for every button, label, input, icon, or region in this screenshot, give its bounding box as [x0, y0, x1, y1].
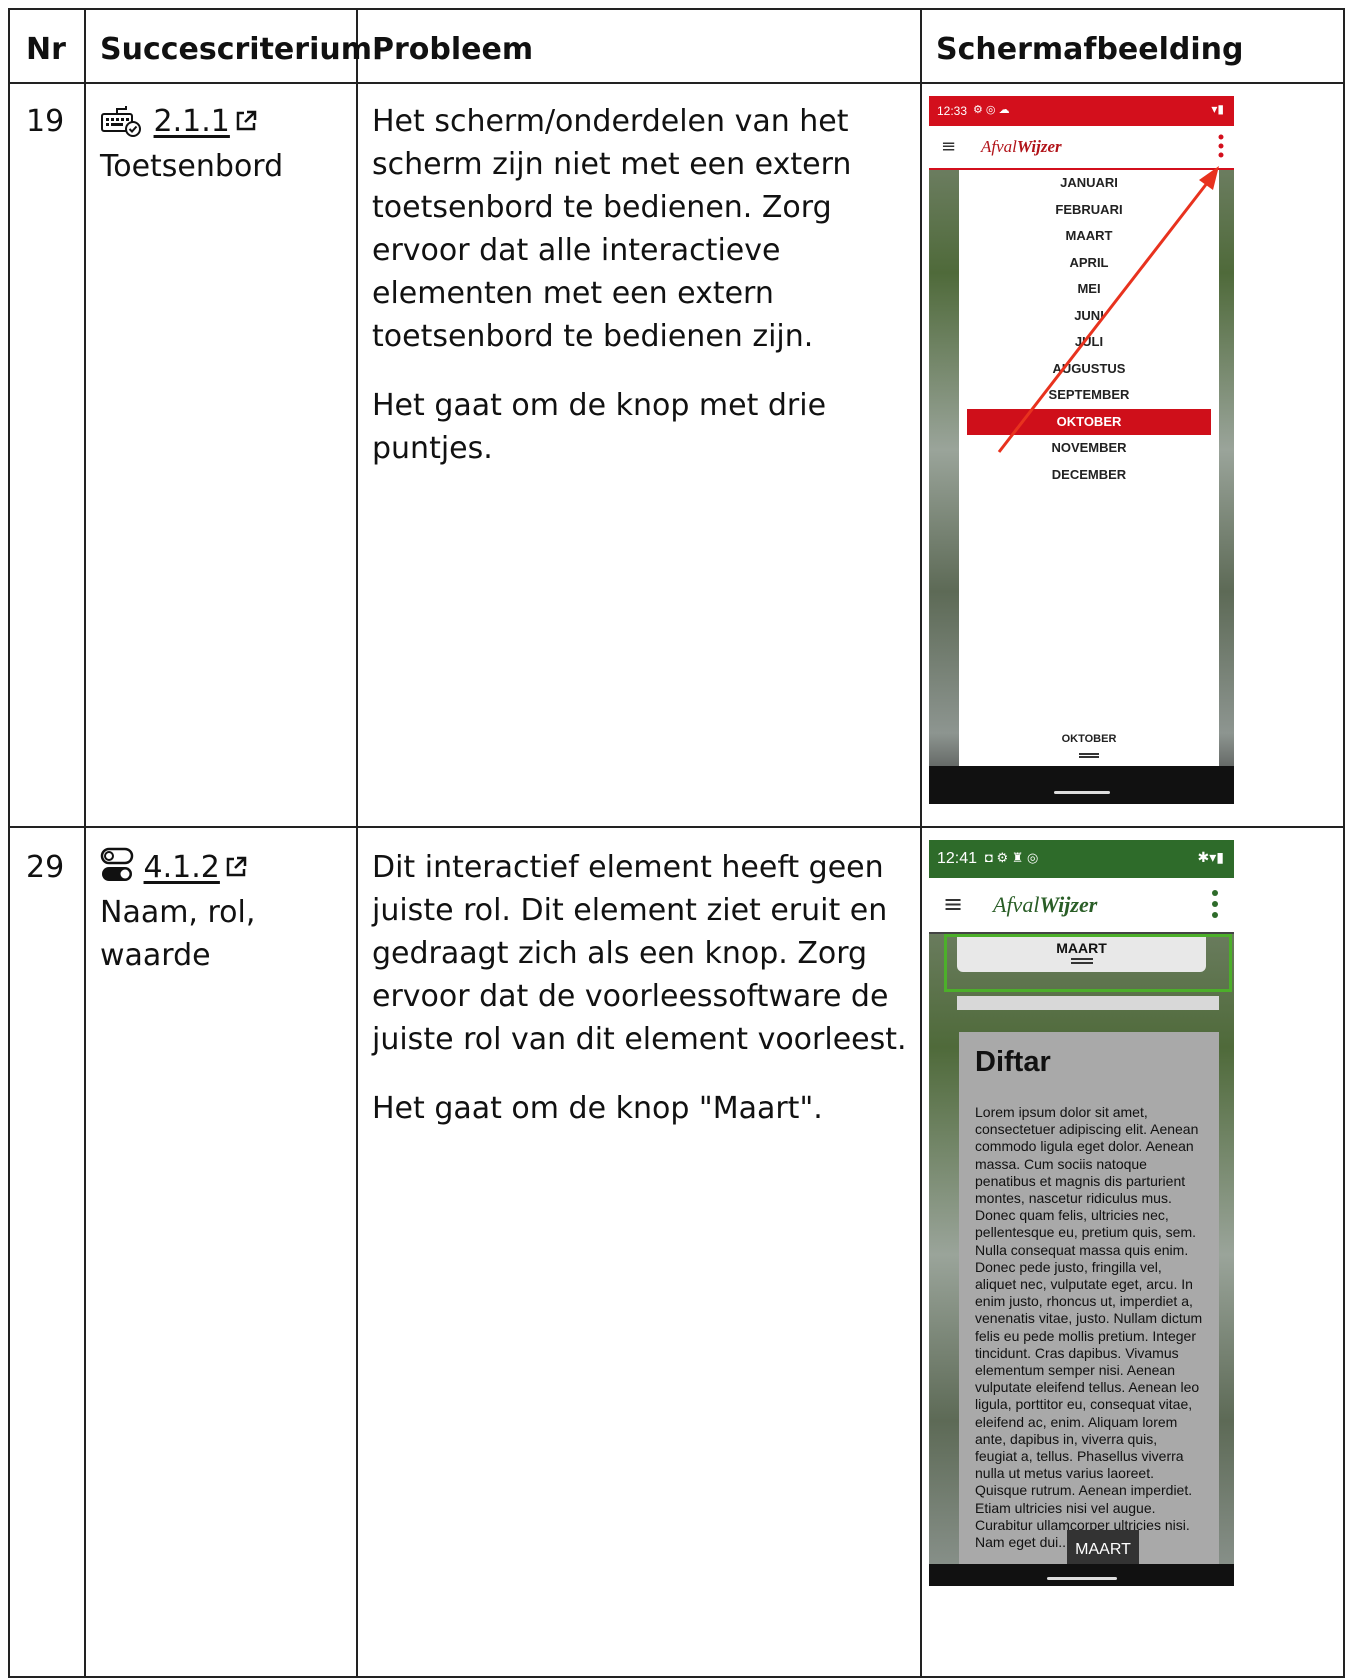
header-criterion: Succescriterium: [100, 32, 372, 67]
criterion-link-4-1-2[interactable]: 4.1.2: [144, 850, 220, 885]
status-bar: 12:41 ◘ ⚙ ♜ ◎ ✱▾▮: [929, 840, 1234, 878]
keyboard-icon: [100, 104, 154, 139]
screenshot-afvalwijzer-diftar: 12:41 ◘ ⚙ ♜ ◎ ✱▾▮ ≡ AfvalWijzer MAART Di…: [929, 840, 1234, 1670]
header-divider: [10, 82, 1343, 84]
criterion-name: Naam, rol, waarde: [100, 895, 256, 973]
row-nr: 19: [26, 104, 65, 139]
problem-cell: Dit interactief element heeft geen juist…: [372, 846, 907, 1130]
navigation-bar: [929, 766, 1234, 804]
criterion-cell: 2.1.1 Toetsenbord: [100, 100, 350, 188]
column-divider: [356, 10, 358, 1676]
criterion-cell: 4.1.2 Naam, rol, waarde: [100, 846, 350, 977]
card-body: Lorem ipsum dolor sit amet, consectetuer…: [975, 1104, 1203, 1551]
home-handle[interactable]: [1053, 791, 1110, 794]
problem-detail: Het gaat om de knop met drie puntjes.: [372, 388, 827, 466]
column-divider: [920, 10, 922, 1676]
problem-detail: Het gaat om de knop "Maart".: [372, 1091, 823, 1126]
problem-description: Het scherm/onderdelen van het scherm zij…: [372, 104, 852, 354]
criterion-name: Toetsenbord: [100, 149, 284, 184]
external-link-icon: [234, 102, 258, 145]
row-nr: 29: [26, 850, 65, 885]
hamburger-menu-icon[interactable]: ≡: [943, 890, 963, 918]
focus-highlight: [944, 934, 1232, 992]
issues-table: Nr Succescriterium Probleem Schermafbeel…: [8, 8, 1345, 1678]
toggle-icon: [100, 847, 144, 885]
row-divider: [10, 826, 1343, 828]
card-separator: [957, 996, 1219, 1010]
battery-icon: ✱▾▮: [1197, 849, 1224, 865]
problem-cell: Het scherm/onderdelen van het scherm zij…: [372, 100, 907, 470]
status-icons: ◘ ⚙ ♜ ◎: [985, 850, 1039, 865]
header-screenshot: Schermafbeelding: [936, 32, 1244, 67]
screenshot-margin: [929, 1586, 1234, 1670]
card-title: Diftar: [975, 1046, 1051, 1078]
home-handle[interactable]: [1046, 1577, 1117, 1580]
annotation-arrow: [997, 166, 1219, 453]
screenshot-afvalwijzer-months: 12:33 ⚙ ◎ ☁ ▾▮ ≡ AfvalWijzer JANUARI FEB…: [929, 96, 1234, 804]
column-divider: [84, 10, 86, 1676]
app-logo: AfvalWijzer: [993, 892, 1098, 917]
maart-button[interactable]: MAART: [1067, 1530, 1139, 1566]
external-link-icon: [224, 848, 248, 891]
navigation-bar: [929, 1564, 1234, 1586]
status-time: 12:41: [937, 850, 978, 867]
more-options-icon[interactable]: [1212, 888, 1218, 926]
header-problem: Probleem: [372, 32, 534, 67]
header-nr: Nr: [26, 32, 66, 67]
criterion-link-2-1-1[interactable]: 2.1.1: [154, 104, 230, 139]
app-bar: ≡ AfvalWijzer: [929, 878, 1234, 934]
problem-description: Dit interactief element heeft geen juist…: [372, 850, 907, 1057]
